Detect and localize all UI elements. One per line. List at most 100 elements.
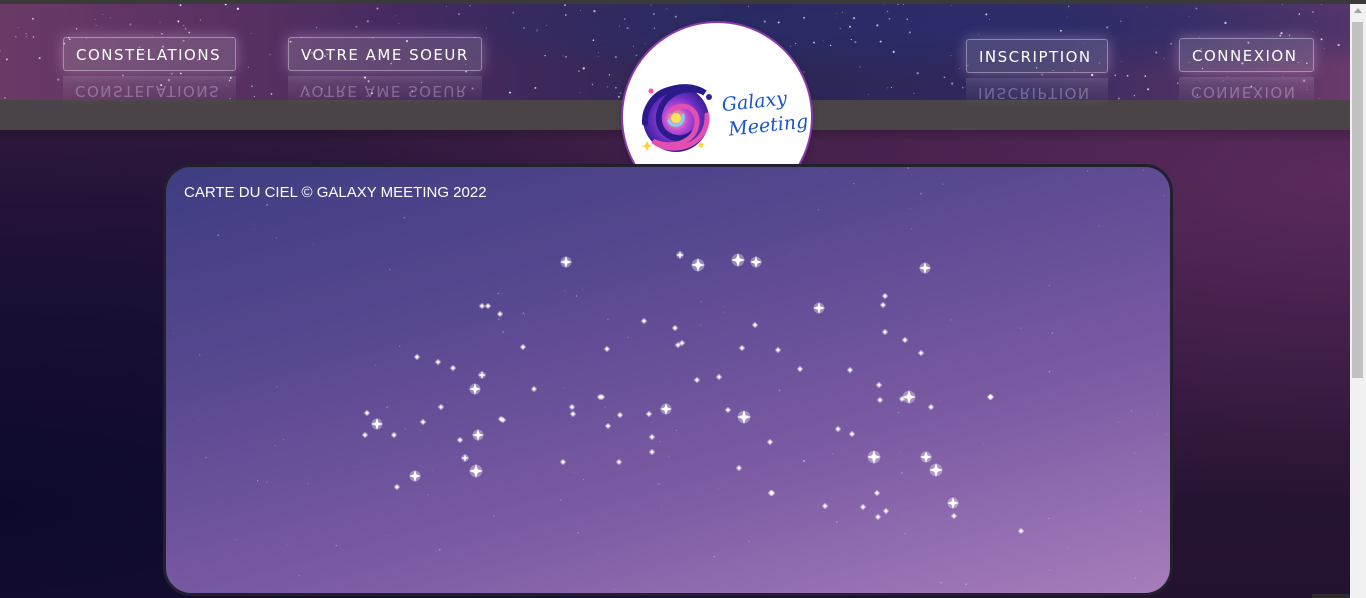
constellation-star [874, 490, 880, 496]
header-star [958, 68, 960, 70]
sky-dust [904, 532, 906, 535]
sky-dust [900, 452, 902, 454]
constellation-star [835, 426, 841, 432]
nav-constellations-button[interactable]: CONSTELATIONS [63, 37, 236, 71]
header-star [94, 19, 96, 20]
sky-dust [723, 311, 725, 313]
header-star [580, 10, 581, 11]
header-star [316, 26, 318, 29]
header-star [615, 86, 617, 89]
header-star [852, 16, 856, 20]
header-star [371, 92, 373, 95]
sky-dust [1051, 332, 1054, 334]
header-star [180, 72, 182, 75]
header-star [606, 86, 609, 88]
sky-dust [948, 582, 950, 583]
constellation-star [617, 412, 623, 418]
sky-dust [403, 216, 406, 219]
constellation-star [752, 322, 758, 328]
header-star [879, 40, 882, 43]
sky-dust [778, 389, 781, 392]
sky-dust [627, 336, 629, 339]
constellation-star [362, 432, 368, 438]
header-star [850, 39, 852, 41]
sky-dust [1140, 511, 1142, 513]
sky-dust [940, 581, 942, 584]
sky-dust [432, 470, 434, 472]
sky-dust [910, 208, 911, 209]
sky-dust [1130, 410, 1133, 412]
sky-dust [356, 403, 358, 405]
header-star [1126, 74, 1129, 77]
nav-signup-button[interactable]: INSCRIPTION [966, 39, 1108, 73]
constellation-star [731, 253, 745, 267]
header-star [1320, 38, 1323, 41]
scrollbar-thumb[interactable] [1352, 22, 1363, 378]
header-star [564, 14, 567, 16]
sky-map-panel[interactable]: CARTE DU CIEL © GALAXY MEETING 2022 [163, 164, 1173, 596]
header-star [617, 95, 621, 98]
header-star [270, 93, 273, 95]
sky-dust [1020, 327, 1022, 329]
sky-dust [879, 333, 880, 335]
sky-dust [524, 314, 525, 316]
sky-dust [903, 513, 905, 514]
header-star [523, 27, 525, 29]
header-star [777, 21, 780, 24]
nav-soulmate-button[interactable]: VOTRE AME SOEUR [288, 37, 482, 71]
sky-dust [1066, 546, 1069, 549]
header-star [888, 17, 891, 20]
header-star [803, 71, 805, 73]
constellation-star [457, 437, 463, 443]
header-star [962, 87, 964, 89]
constellation-star [691, 258, 705, 272]
sky-dust [563, 387, 565, 389]
sky-dust [1142, 169, 1145, 172]
constellation-star [364, 410, 370, 416]
header-star [1298, 13, 1301, 15]
sky-dust [356, 465, 358, 467]
constellation-star [469, 383, 481, 395]
header-star [1163, 58, 1165, 60]
sky-dust [502, 331, 505, 333]
sky-dust [938, 400, 940, 402]
constellation-star [469, 464, 483, 478]
nav-login-button[interactable]: CONNEXION [1179, 38, 1314, 72]
sky-dust [1157, 413, 1159, 415]
sky-dust [897, 411, 900, 414]
sky-dust [983, 443, 985, 445]
header-star [1147, 88, 1150, 91]
constellation-star [736, 465, 742, 471]
sky-dust [266, 204, 268, 206]
sky-dust [567, 350, 569, 352]
header-star [908, 31, 911, 34]
scroll-up-arrow-icon[interactable] [1354, 8, 1362, 13]
sky-dust [950, 319, 952, 321]
header-star [1224, 21, 1227, 25]
sky-dust [658, 483, 660, 485]
header-star [366, 95, 368, 97]
header-star [332, 76, 334, 77]
constellation-star [797, 366, 803, 372]
header-star [577, 70, 580, 73]
sky-dust [604, 407, 606, 409]
constellation-star [569, 404, 575, 410]
sky-dust [385, 535, 387, 537]
header-star [579, 91, 581, 93]
header-star [1120, 20, 1122, 22]
header-star [236, 7, 240, 10]
sky-dust [700, 300, 702, 303]
header-star [269, 54, 271, 56]
header-star [1041, 73, 1044, 76]
header-star [943, 76, 946, 79]
header-star [1312, 31, 1314, 32]
constellation-star [750, 256, 762, 268]
sky-dust [718, 488, 719, 489]
header-star [544, 54, 546, 57]
header-star [151, 35, 153, 36]
constellation-star [694, 377, 700, 383]
header-star [14, 35, 17, 38]
sky-dust [675, 429, 678, 432]
constellation-star [1018, 528, 1024, 534]
constellation-star [497, 311, 503, 317]
